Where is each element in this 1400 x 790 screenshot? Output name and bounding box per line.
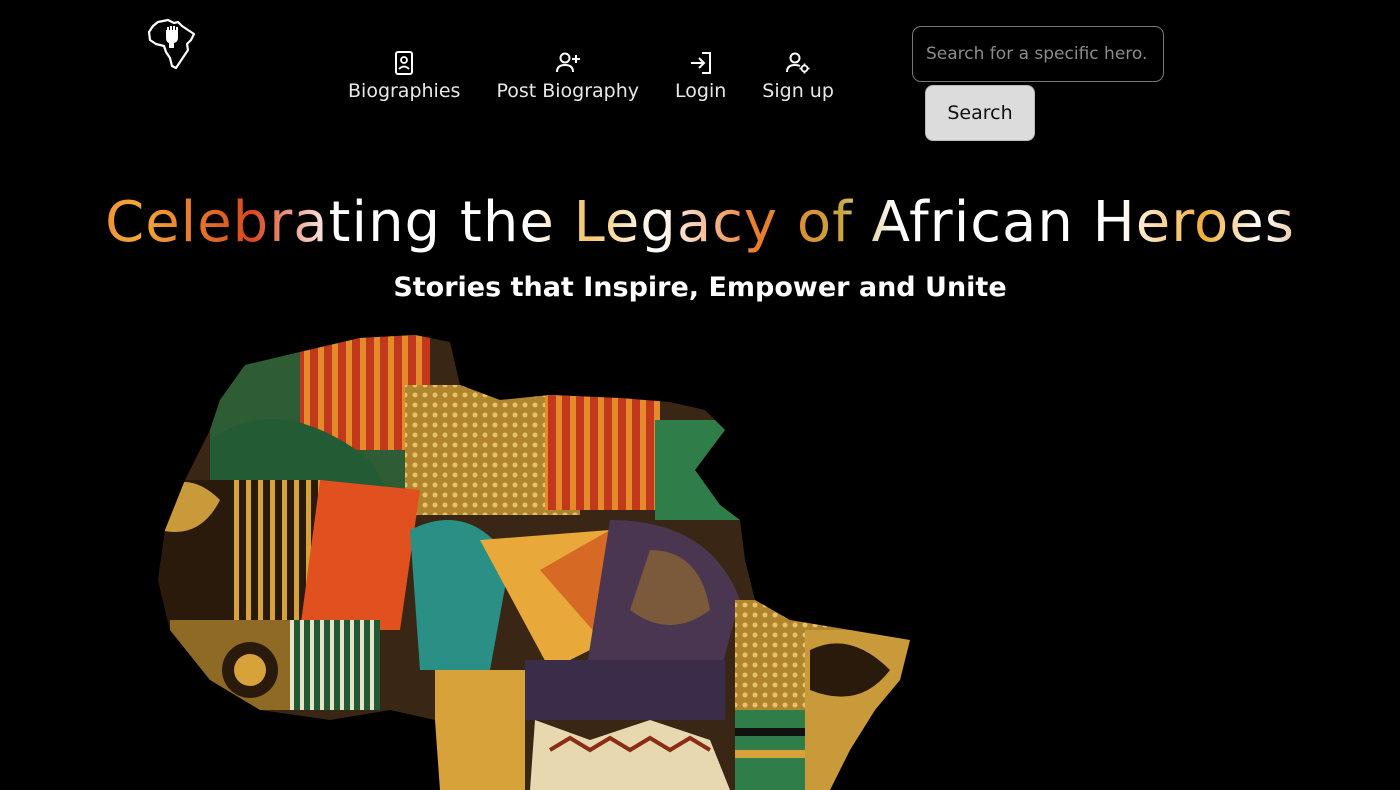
search-input[interactable]	[912, 26, 1164, 82]
hero-title: Celebrating the Legacy of African Heroes	[0, 190, 1400, 255]
nav-post-biography-label: Post Biography	[496, 80, 640, 102]
search-button[interactable]: Search	[925, 85, 1035, 141]
africa-fist-logo-icon[interactable]	[144, 16, 200, 72]
main-nav: Biographies Post Biography Login Sign up	[330, 50, 852, 102]
biography-card-icon	[395, 51, 414, 75]
login-icon	[690, 52, 711, 74]
nav-login[interactable]: Login	[657, 50, 744, 102]
user-gear-icon	[786, 52, 810, 74]
nav-biographies-label: Biographies	[348, 80, 461, 102]
nav-post-biography[interactable]: Post Biography	[478, 50, 657, 102]
add-user-icon	[555, 52, 580, 73]
hero-subtitle: Stories that Inspire, Empower and Unite	[393, 272, 1007, 303]
nav-biographies[interactable]: Biographies	[330, 50, 478, 102]
nav-login-label: Login	[675, 80, 727, 102]
patterned-africa-map-image	[158, 335, 910, 790]
nav-sign-up[interactable]: Sign up	[744, 50, 852, 102]
nav-sign-up-label: Sign up	[762, 80, 834, 102]
